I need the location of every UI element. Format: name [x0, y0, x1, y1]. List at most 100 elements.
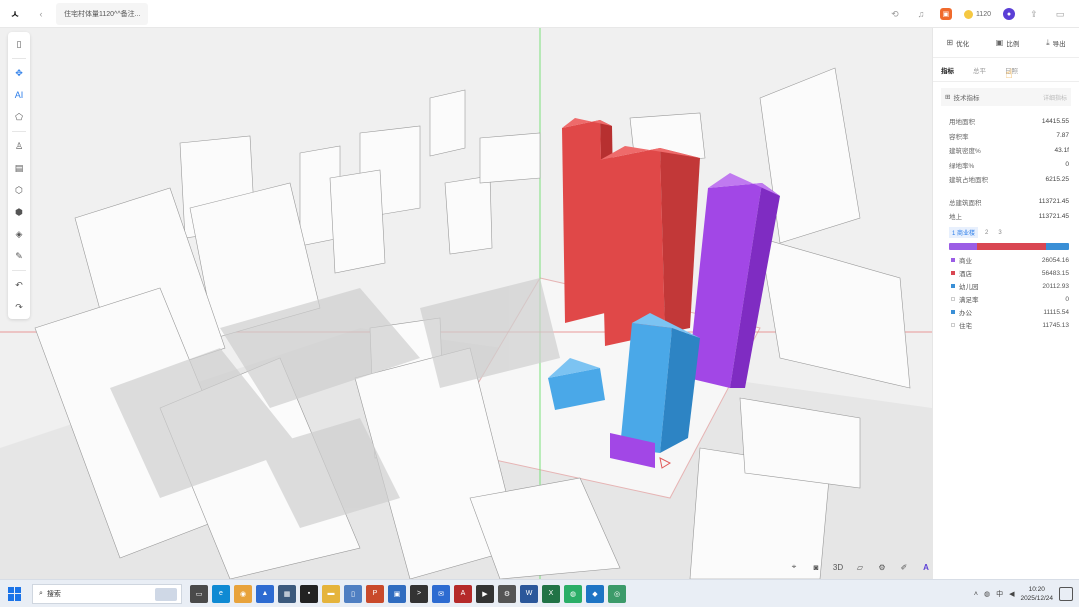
vscode-icon[interactable]: ◆ [586, 584, 604, 603]
chrome-icon[interactable]: ◉ [234, 584, 252, 603]
settings-app-icon[interactable]: ⚙ [498, 584, 516, 603]
use-color-swatch [951, 310, 955, 314]
word-icon[interactable]: W [520, 584, 538, 603]
app-dark-icon[interactable]: ▪ [300, 584, 318, 603]
fit-view-icon[interactable]: ⌖ [785, 558, 803, 576]
gift-icon[interactable]: ▣ [939, 8, 952, 20]
panel-toggle-icon[interactable]: ▯ [11, 36, 27, 52]
export-icon: ⤓ [1046, 37, 1050, 47]
redo-icon[interactable]: ↷ [11, 299, 27, 315]
total-row: 地上 113721.45 [949, 212, 1069, 222]
use-row: 幼儿园 20112.93 [951, 280, 1069, 293]
folder-icon[interactable]: ▬ [322, 584, 340, 603]
metric-row: 容积率 7.87 [949, 132, 1069, 141]
chevron-up-icon[interactable]: ˄ [974, 591, 978, 598]
detailed-metrics-link[interactable]: 详细指标 [1043, 93, 1067, 102]
cube-icon[interactable]: ⬡ [11, 182, 27, 198]
bottom-toolbar: ⌖ ◙ 3D ▱ ⚙ ✐ A [785, 556, 935, 578]
taskview-icon[interactable]: ▭ [190, 584, 208, 603]
app-blue-icon[interactable]: ▲ [256, 584, 274, 603]
use-ratio-bar [949, 242, 1069, 250]
panel-actions: ⊞ 优化 ▣ 比例 ⤓ 导出 [933, 28, 1079, 58]
export-label: 导出 [1052, 40, 1066, 48]
settings-icon[interactable]: ⚙ [873, 558, 891, 576]
boundary-icon[interactable]: ⬠ [11, 109, 27, 125]
taskbar-search[interactable]: ⌕ 搜索 [32, 583, 182, 604]
3d-viewport[interactable] [0, 28, 932, 579]
media-icon[interactable]: ▶ [476, 584, 494, 603]
use-label: 住宅 [959, 323, 972, 330]
use-value: 0 [1065, 295, 1069, 303]
bell-icon[interactable]: ♫ [914, 7, 928, 21]
optimize-icon: ⊞ [946, 38, 954, 47]
top-bar: ㅅ ‹ 住宅村体量1120^^备注... ⟲ ♫ ▣ 1120 ● ⇪ ▭ [0, 0, 1079, 28]
export-button[interactable]: ⤓ 导出 [1046, 38, 1066, 48]
level-tab-1[interactable]: 1 商业楼 [949, 227, 979, 238]
use-value: 20112.93 [1042, 282, 1069, 290]
ai-generate-icon[interactable]: AI [11, 87, 27, 103]
coin-balance[interactable]: 1120 [963, 9, 991, 19]
use-row: 办公 11115.54 [951, 306, 1069, 319]
use-color-swatch [951, 284, 955, 288]
history-icon[interactable]: ⟲ [888, 7, 902, 21]
use-label: 酒店 [959, 271, 972, 278]
app-green-icon[interactable]: ◎ [608, 584, 626, 603]
autocad-icon[interactable]: A [454, 584, 472, 603]
clock-time: 10:20 [1028, 586, 1045, 593]
notepad-icon[interactable]: ▯ [344, 584, 362, 603]
language-indicator[interactable]: 中 [996, 589, 1003, 599]
taskbar: ⌕ 搜索 ▭ e ◉ ▲ ▦ ▪ ▬ ▯ P ▣ > ✉ A ▶ ⚙ W X ◍ ◆ ◎ ˄ ◍ 中 ◀ 10:20 … [0, 579, 1079, 607]
tab-metrics[interactable]: 指标 [941, 65, 973, 75]
start-button[interactable] [8, 586, 22, 601]
optimize-button[interactable]: ⊞ 优化 [946, 38, 969, 48]
level-tab-3[interactable]: 3 [995, 229, 1004, 237]
ruler-icon[interactable]: ✎ [11, 248, 27, 264]
notification-icon[interactable] [1059, 587, 1073, 601]
metric-row: 绿地率% 0 [949, 161, 1069, 170]
compare-icon: ▣ [995, 38, 1004, 47]
share-icon[interactable]: ⇪ [1027, 7, 1041, 21]
box-icon[interactable]: ⬢ [11, 204, 27, 220]
level-tabs: 1 商业楼 2 3 [949, 227, 1069, 239]
use-value: 11745.13 [1042, 321, 1069, 329]
brush-icon[interactable]: ✐ [895, 558, 913, 576]
mail-icon[interactable]: ✉ [432, 584, 450, 603]
network-icon[interactable]: ◍ [984, 590, 990, 598]
toolbar-divider [12, 131, 26, 132]
metrics-section-title: 技术指标 [953, 95, 980, 102]
optimize-label: 优化 [956, 40, 970, 48]
volume-icon[interactable]: ◀ [1009, 590, 1014, 598]
total-row: 总建筑面积 113721.45 [949, 198, 1069, 207]
terminal-icon[interactable]: > [410, 584, 428, 603]
taskbar-apps: ▭ e ◉ ▲ ▦ ▪ ▬ ▯ P ▣ > ✉ A ▶ ⚙ W X ◍ ◆ ◎ [190, 584, 626, 603]
use-value: 26054.16 [1041, 256, 1069, 264]
powerpoint-icon[interactable]: P [366, 584, 384, 603]
wechat-icon[interactable]: ◍ [564, 584, 582, 603]
document-title-tab[interactable]: 住宅村体量1120^^备注... [56, 2, 149, 25]
excel-icon[interactable]: X [542, 584, 560, 603]
app-logo-icon[interactable]: ㅅ [8, 7, 22, 21]
site-tool-icon[interactable]: ✥ [11, 65, 27, 81]
level-tab-2[interactable]: 2 [982, 229, 991, 237]
back-icon[interactable]: ‹ [34, 7, 48, 21]
camera-icon[interactable]: ◙ [807, 558, 825, 576]
tab-site-plan[interactable]: 总平 [973, 65, 1005, 75]
undo-icon[interactable]: ↶ [11, 277, 27, 293]
avatar[interactable]: ● [1003, 8, 1015, 20]
layer-icon[interactable]: ▤ [11, 160, 27, 176]
view-3d-button[interactable]: 3D [829, 558, 847, 576]
plan-icon[interactable]: ▱ [851, 558, 869, 576]
stack-icon[interactable]: ◈ [11, 226, 27, 242]
ratio-segment [949, 242, 977, 250]
person-icon[interactable]: ♙ [11, 138, 27, 154]
clock[interactable]: 10:20 2025/12/24 [1020, 585, 1053, 603]
metrics-section-header[interactable]: ⊞ 技术指标 详细指标 [941, 88, 1071, 106]
calculator-icon[interactable]: ▦ [278, 584, 296, 603]
ratio-segment [1046, 242, 1069, 250]
use-value: 56483.15 [1041, 269, 1069, 277]
menu-icon[interactable]: ▭ [1053, 7, 1067, 21]
compare-button[interactable]: ▣ 比例 [996, 38, 1020, 48]
photos-icon[interactable]: ▣ [388, 584, 406, 603]
right-panel: ⊞ 优化 ▣ 比例 ⤓ 导出 指标 总平 日照 ☝ ⊞ 技术指标 详细指标 用地… [932, 28, 1079, 579]
edge-icon[interactable]: e [212, 584, 230, 603]
